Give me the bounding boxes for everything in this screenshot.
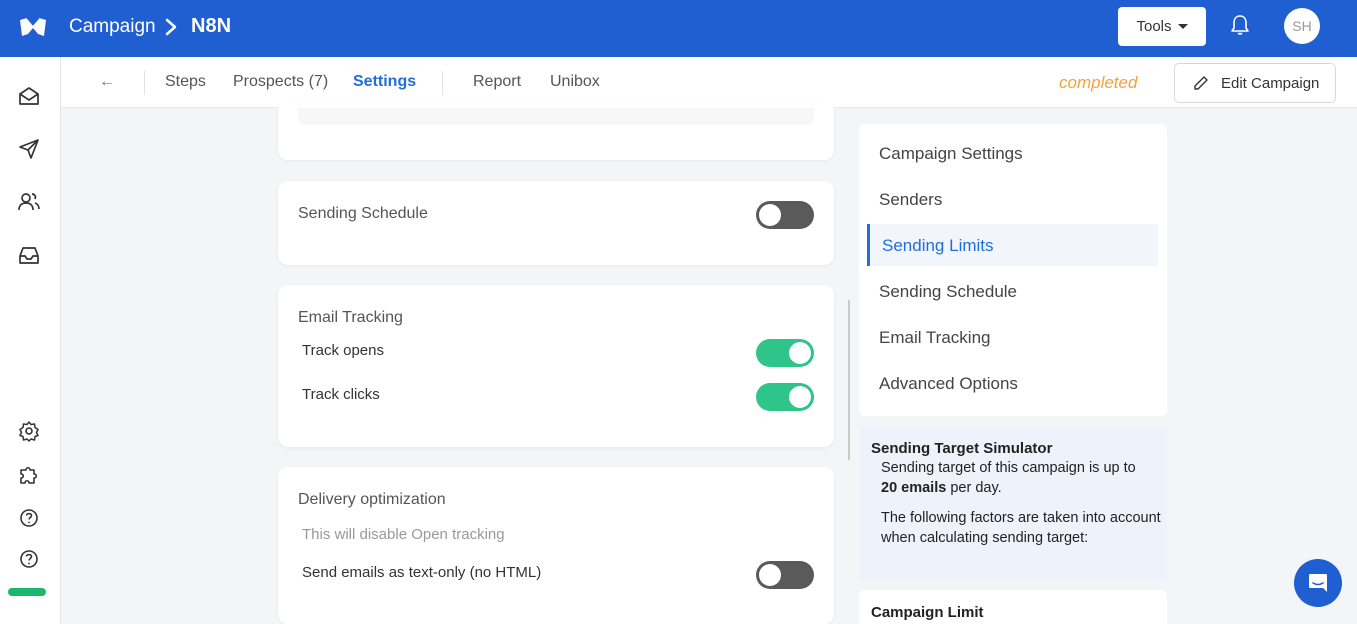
tab-steps[interactable]: Steps	[165, 73, 206, 91]
chat-support-button[interactable]	[1294, 559, 1342, 607]
track-opens-label: Track opens	[302, 342, 384, 359]
users-icon[interactable]	[18, 191, 40, 213]
campaign-status: completed	[1059, 73, 1138, 92]
edit-campaign-button[interactable]: Edit Campaign	[1174, 63, 1336, 103]
delivery-optimization-card: Delivery optimization This will disable …	[278, 467, 834, 624]
tab-unibox[interactable]: Unibox	[550, 73, 600, 91]
text-only-toggle[interactable]	[756, 561, 814, 589]
campaign-limit-card: Campaign Limit	[859, 590, 1167, 624]
track-clicks-label: Track clicks	[302, 386, 380, 403]
simulator-target-text: Sending target of this campaign is up to…	[881, 460, 1136, 496]
email-tracking-card: Email Tracking Track opens Track clicks	[278, 285, 834, 447]
campaign-limit-title: Campaign Limit	[871, 604, 984, 621]
nav-senders[interactable]: Senders	[879, 190, 942, 210]
pencil-icon	[1194, 76, 1208, 90]
divider	[144, 71, 145, 95]
left-rail	[0, 57, 61, 624]
tab-report[interactable]: Report	[473, 73, 521, 91]
status-indicator-bar	[8, 588, 46, 596]
partial-field	[298, 108, 814, 125]
gear-icon[interactable]	[18, 420, 40, 442]
inbox-icon[interactable]	[18, 244, 40, 266]
tab-settings[interactable]: Settings	[353, 73, 416, 91]
back-button[interactable]: ←	[99, 73, 115, 91]
track-clicks-toggle[interactable]	[756, 383, 814, 411]
edit-campaign-label: Edit Campaign	[1221, 74, 1320, 92]
track-opens-toggle[interactable]	[756, 339, 814, 367]
sending-schedule-card: Sending Schedule	[278, 181, 834, 265]
send-icon[interactable]	[18, 138, 40, 160]
app-logo-icon[interactable]	[18, 16, 48, 38]
delivery-hint: This will disable Open tracking	[302, 526, 505, 543]
tools-label: Tools	[1136, 18, 1172, 35]
sending-schedule-toggle[interactable]	[756, 201, 814, 229]
simulator-factors-text: The following factors are taken into acc…	[881, 510, 1161, 546]
mail-open-icon[interactable]	[18, 85, 40, 107]
nav-sending-schedule[interactable]: Sending Schedule	[879, 282, 1017, 302]
breadcrumb-campaign-name: N8N	[191, 15, 232, 37]
bell-icon[interactable]	[1230, 14, 1250, 36]
nav-email-tracking[interactable]: Email Tracking	[879, 328, 990, 348]
card-title: Email Tracking	[298, 309, 403, 326]
nav-campaign-settings[interactable]: Campaign Settings	[879, 144, 1023, 164]
help-icon[interactable]	[18, 507, 40, 529]
simulator-title: Sending Target Simulator	[871, 440, 1053, 457]
chat-icon	[1309, 574, 1327, 592]
nav-sending-limits[interactable]: Sending Limits	[882, 236, 994, 256]
avatar[interactable]: SH	[1284, 8, 1320, 44]
sending-target-simulator: Sending Target Simulator Sending target …	[859, 426, 1167, 581]
tab-prospects[interactable]: Prospects (7)	[233, 73, 328, 91]
breadcrumb-campaign[interactable]: Campaign	[69, 16, 156, 38]
tools-dropdown-button[interactable]: Tools	[1118, 7, 1206, 46]
card-title: Sending Schedule	[298, 205, 428, 222]
settings-section-nav: Campaign Settings Senders Sending Limits…	[859, 124, 1167, 416]
caret-down-icon	[1177, 24, 1188, 29]
chevron-right-icon	[165, 18, 177, 36]
nav-advanced-options[interactable]: Advanced Options	[879, 374, 1018, 394]
simulator-target-value: 20 emails	[881, 480, 947, 496]
divider	[442, 71, 443, 95]
puzzle-icon[interactable]	[18, 464, 40, 486]
card-title: Delivery optimization	[298, 491, 446, 508]
text-only-label: Send emails as text-only (no HTML)	[302, 564, 542, 581]
settings-card-partial	[278, 100, 834, 160]
scrollbar[interactable]	[848, 300, 850, 460]
top-bar: Campaign N8N Tools SH	[0, 0, 1357, 57]
help-icon[interactable]	[18, 548, 40, 570]
